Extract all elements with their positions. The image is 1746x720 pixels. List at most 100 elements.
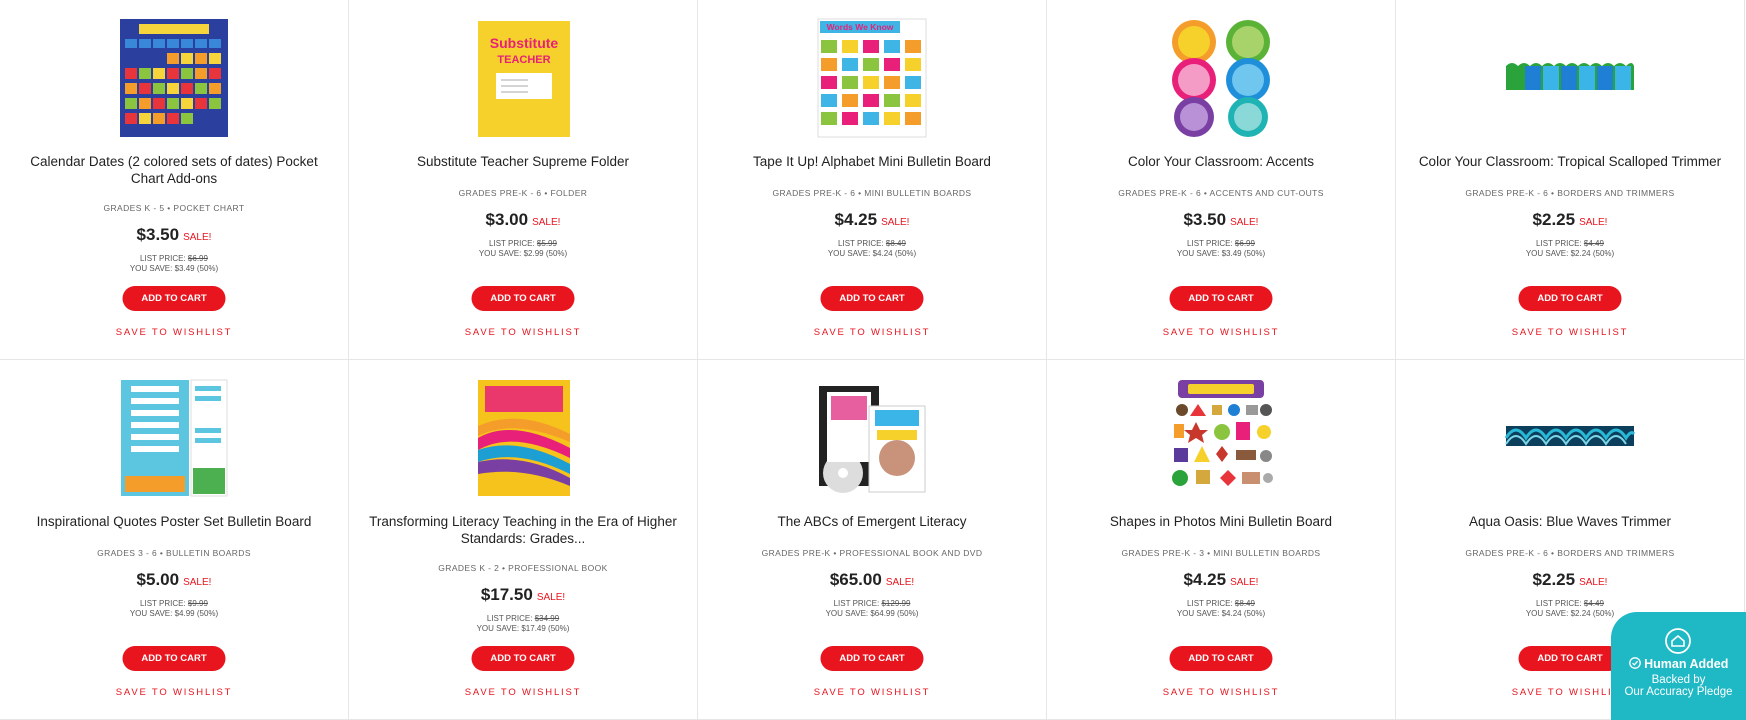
product-image-quotes-posters[interactable] <box>119 378 229 498</box>
product-title[interactable]: Shapes in Photos Mini Bulletin Board <box>1059 513 1383 530</box>
save-to-wishlist-link[interactable]: SAVE TO WISHLIST <box>1396 327 1744 338</box>
list-price-value: $4.49 <box>1583 239 1604 248</box>
you-save: YOU SAVE: $2.99 (50%) <box>478 248 568 258</box>
product-card: Transforming Literacy Teaching in the Er… <box>349 360 698 720</box>
product-title[interactable]: Substitute Teacher Supreme Folder <box>361 153 685 170</box>
product-card: Color Your Classroom: Tropical Scalloped… <box>1396 0 1745 360</box>
save-to-wishlist-link[interactable]: SAVE TO WISHLIST <box>1047 327 1395 338</box>
price-value: $5.00 <box>136 570 180 589</box>
sale-badge: SALE! <box>1230 217 1259 228</box>
product-price: $65.00 SALE! <box>698 570 1046 590</box>
sale-badge: SALE! <box>536 592 566 603</box>
add-to-cart-button[interactable]: ADD TO CART <box>1518 286 1622 311</box>
list-price-value: $4.49 <box>1583 599 1604 608</box>
product-image-substitute-folder[interactable]: Substitute TEACHER <box>468 18 578 138</box>
product-card: Color Your Classroom: Accents GRADES PRE… <box>1047 0 1396 360</box>
list-price-value: $5.99 <box>536 239 557 248</box>
accuracy-pledge-badge[interactable]: Human Added Backed by Our Accuracy Pledg… <box>1611 612 1746 720</box>
product-image-calendar-pocket-chart[interactable] <box>119 18 229 138</box>
save-to-wishlist-link[interactable]: SAVE TO WISHLIST <box>698 327 1046 338</box>
save-to-wishlist-link[interactable]: SAVE TO WISHLIST <box>1047 687 1395 698</box>
add-to-cart-button[interactable]: ADD TO CART <box>122 286 226 311</box>
add-to-cart-button[interactable]: ADD TO CART <box>1169 286 1273 311</box>
product-title[interactable]: Transforming Literacy Teaching in the Er… <box>361 513 685 547</box>
product-price: $5.00 SALE! <box>0 570 348 590</box>
product-title[interactable]: Calendar Dates (2 colored sets of dates)… <box>12 153 336 187</box>
product-meta: GRADES K - 5 • POCKET CHART <box>103 203 245 213</box>
add-to-cart-button[interactable]: ADD TO CART <box>471 286 575 311</box>
product-price: $4.25 SALE! <box>1047 570 1395 590</box>
list-price-block: LIST PRICE: $6.99 YOU SAVE: $3.49 (50%) <box>0 254 348 273</box>
board-header-text: Words We Know <box>827 22 894 32</box>
sale-badge: SALE! <box>881 217 910 228</box>
badge-title: Human Added <box>1644 657 1729 671</box>
product-image-alphabet-board[interactable]: Words We Know <box>817 18 927 138</box>
product-title[interactable]: The ABCs of Emergent Literacy <box>710 513 1034 530</box>
sale-badge: SALE! <box>183 577 212 588</box>
you-save: YOU SAVE: $17.49 (50%) <box>476 623 570 633</box>
price-value: $3.50 <box>1183 210 1227 229</box>
product-title[interactable]: Aqua Oasis: Blue Waves Trimmer <box>1408 513 1732 530</box>
home-icon <box>1665 628 1691 654</box>
product-price: $3.00 SALE! <box>349 210 697 230</box>
price-value: $17.50 <box>480 585 533 604</box>
product-meta: GRADES PRE-K - 6 • ACCENTS AND CUT-OUTS <box>1118 188 1324 198</box>
product-card: The ABCs of Emergent Literacy GRADES PRE… <box>698 360 1047 720</box>
product-meta: GRADES PRE-K - 3 • MINI BULLETIN BOARDS <box>1121 548 1321 558</box>
list-price-label: LIST PRICE: <box>1187 239 1233 248</box>
save-to-wishlist-link[interactable]: SAVE TO WISHLIST <box>0 687 348 698</box>
check-circle-icon <box>1628 657 1641 669</box>
list-price-block: LIST PRICE: $5.99 YOU SAVE: $2.99 (50%) <box>349 239 697 258</box>
list-price-label: LIST PRICE: <box>1536 599 1582 608</box>
list-price-value: $6.99 <box>1234 239 1255 248</box>
badge-header: Human Added <box>1611 657 1746 671</box>
product-price: $3.50 SALE! <box>0 225 348 245</box>
product-title[interactable]: Color Your Classroom: Tropical Scalloped… <box>1408 153 1732 170</box>
save-to-wishlist-link[interactable]: SAVE TO WISHLIST <box>349 327 697 338</box>
product-meta: GRADES PRE-K - 6 • FOLDER <box>458 188 588 198</box>
you-save: YOU SAVE: $4.24 (50%) <box>827 248 917 258</box>
product-price: $3.50 SALE! <box>1047 210 1395 230</box>
product-image-shapes-board[interactable] <box>1166 378 1276 498</box>
product-price: $2.25 SALE! <box>1396 570 1744 590</box>
list-price-label: LIST PRICE: <box>838 239 884 248</box>
product-image-scalloped-trimmer[interactable] <box>1505 18 1635 138</box>
add-to-cart-button[interactable]: ADD TO CART <box>1518 646 1622 671</box>
product-card: Inspirational Quotes Poster Set Bulletin… <box>0 360 349 720</box>
list-price-block: LIST PRICE: $8.49 YOU SAVE: $4.24 (50%) <box>1047 599 1395 618</box>
save-to-wishlist-link[interactable]: SAVE TO WISHLIST <box>698 687 1046 698</box>
product-image-abcs-book-dvd[interactable] <box>817 378 927 498</box>
product-image-blue-waves-trimmer[interactable] <box>1505 378 1635 498</box>
badge-line-2: Our Accuracy Pledge <box>1624 686 1733 698</box>
product-card: Substitute TEACHER Substitute Teacher Su… <box>349 0 698 360</box>
product-title[interactable]: Tape It Up! Alphabet Mini Bulletin Board <box>710 153 1034 170</box>
you-save: YOU SAVE: $2.24 (50%) <box>1525 248 1615 258</box>
add-to-cart-button[interactable]: ADD TO CART <box>122 646 226 671</box>
list-price-block: LIST PRICE: $4.49 YOU SAVE: $2.24 (50%) <box>1396 239 1744 258</box>
list-price-block: LIST PRICE: $34.99 YOU SAVE: $17.49 (50%) <box>349 614 697 633</box>
you-save: YOU SAVE: $4.99 (50%) <box>129 608 219 618</box>
list-price-label: LIST PRICE: <box>140 599 186 608</box>
you-save: YOU SAVE: $3.49 (50%) <box>129 263 219 273</box>
add-to-cart-button[interactable]: ADD TO CART <box>471 646 575 671</box>
add-to-cart-button[interactable]: ADD TO CART <box>820 286 924 311</box>
list-price-block: LIST PRICE: $6.99 YOU SAVE: $3.49 (50%) <box>1047 239 1395 258</box>
add-to-cart-button[interactable]: ADD TO CART <box>1169 646 1273 671</box>
list-price-value: $8.49 <box>1234 599 1255 608</box>
save-to-wishlist-link[interactable]: SAVE TO WISHLIST <box>0 327 348 338</box>
list-price-label: LIST PRICE: <box>833 599 880 608</box>
sale-badge: SALE! <box>1230 577 1259 588</box>
product-title[interactable]: Inspirational Quotes Poster Set Bulletin… <box>12 513 336 530</box>
product-meta: GRADES PRE-K - 6 • BORDERS AND TRIMMERS <box>1465 548 1675 558</box>
badge-subtitle: Backed by Our Accuracy Pledge <box>1611 674 1746 698</box>
product-meta: GRADES K - 2 • PROFESSIONAL BOOK <box>438 563 608 573</box>
you-save: YOU SAVE: $64.99 (50%) <box>825 608 919 618</box>
product-title[interactable]: Color Your Classroom: Accents <box>1059 153 1383 170</box>
list-price-label: LIST PRICE: <box>1187 599 1233 608</box>
product-image-literacy-book[interactable] <box>473 378 573 498</box>
save-to-wishlist-link[interactable]: SAVE TO WISHLIST <box>349 687 697 698</box>
product-image-color-accents[interactable] <box>1166 18 1276 138</box>
price-value: $4.25 <box>834 210 878 229</box>
add-to-cart-button[interactable]: ADD TO CART <box>820 646 924 671</box>
product-price: $4.25 SALE! <box>698 210 1046 230</box>
